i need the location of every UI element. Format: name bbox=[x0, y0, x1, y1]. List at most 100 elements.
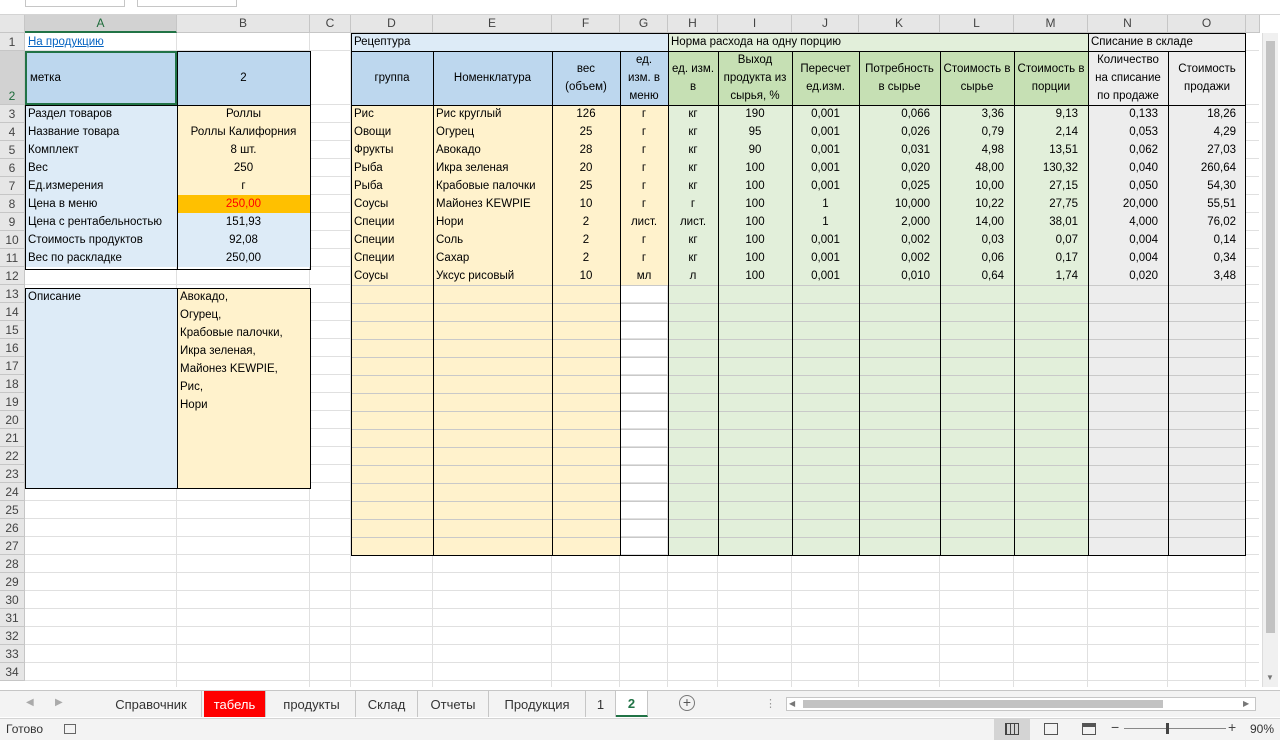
table-cell[interactable]: Крабовые палочки bbox=[433, 177, 552, 195]
table-cell[interactable]: 4,000 bbox=[1088, 213, 1168, 231]
table-cell[interactable]: 0,010 bbox=[859, 267, 940, 285]
select-all-corner[interactable] bbox=[0, 15, 25, 33]
row-header-3[interactable]: 3 bbox=[0, 105, 25, 123]
table-cell[interactable]: Рыба bbox=[351, 159, 433, 177]
table-cell[interactable]: Овощи bbox=[351, 123, 433, 141]
table-cell[interactable]: 0,64 bbox=[940, 267, 1014, 285]
field-label[interactable]: Вес bbox=[25, 159, 177, 177]
header-f[interactable]: вес (объем) bbox=[552, 51, 620, 105]
field-label[interactable]: Ед.измерения bbox=[25, 177, 177, 195]
table-cell[interactable]: 18,26 bbox=[1168, 105, 1246, 123]
table-cell[interactable]: Фрукты bbox=[351, 141, 433, 159]
table-cell[interactable]: г bbox=[620, 105, 668, 123]
table-cell[interactable]: 48,00 bbox=[940, 159, 1014, 177]
sheet-tab-4[interactable]: Склад bbox=[356, 691, 418, 717]
table-cell[interactable]: 0,026 bbox=[859, 123, 940, 141]
table-cell[interactable]: лист. bbox=[620, 213, 668, 231]
table-cell[interactable]: 20,000 bbox=[1088, 195, 1168, 213]
row-header-33[interactable]: 33 bbox=[0, 645, 25, 663]
table-cell[interactable]: кг bbox=[668, 105, 718, 123]
table-cell[interactable]: 10 bbox=[552, 195, 620, 213]
sheet-tab-6[interactable]: Продукция bbox=[489, 691, 586, 717]
table-cell[interactable]: 0,001 bbox=[792, 231, 859, 249]
sheet-tab-3[interactable]: продукты bbox=[268, 691, 356, 717]
table-cell[interactable]: Сахар bbox=[433, 249, 552, 267]
row-header-10[interactable]: 10 bbox=[0, 231, 25, 249]
mark-value[interactable]: 2 bbox=[177, 51, 310, 105]
row-header-25[interactable]: 25 bbox=[0, 501, 25, 519]
header-m[interactable]: Стоимость в порции bbox=[1014, 51, 1088, 105]
row-header-2[interactable]: 2 bbox=[0, 51, 25, 105]
table-cell[interactable]: Соль bbox=[433, 231, 552, 249]
row-header-17[interactable]: 17 bbox=[0, 357, 25, 375]
table-cell[interactable]: 27,03 bbox=[1168, 141, 1246, 159]
row-header-22[interactable]: 22 bbox=[0, 447, 25, 465]
table-cell[interactable]: 0,004 bbox=[1088, 249, 1168, 267]
table-cell[interactable]: 27,75 bbox=[1014, 195, 1088, 213]
table-cell[interactable]: 0,001 bbox=[792, 177, 859, 195]
table-cell[interactable]: 126 bbox=[552, 105, 620, 123]
table-cell[interactable]: 0,06 bbox=[940, 249, 1014, 267]
row-header-34[interactable]: 34 bbox=[0, 663, 25, 681]
table-cell[interactable]: кг bbox=[668, 159, 718, 177]
row-header-9[interactable]: 9 bbox=[0, 213, 25, 231]
table-cell[interactable]: Нори bbox=[433, 213, 552, 231]
field-label[interactable]: Цена с рентабельностью bbox=[25, 213, 177, 231]
table-cell[interactable]: 0,001 bbox=[792, 105, 859, 123]
sheet-tab-8[interactable]: 2 bbox=[616, 691, 648, 717]
column-header-n[interactable]: N bbox=[1088, 15, 1168, 33]
table-cell[interactable]: 10,22 bbox=[940, 195, 1014, 213]
table-cell[interactable]: кг bbox=[668, 177, 718, 195]
table-cell[interactable]: 0,025 bbox=[859, 177, 940, 195]
field-label[interactable]: Стоимость продуктов bbox=[25, 231, 177, 249]
table-cell[interactable]: 0,031 bbox=[859, 141, 940, 159]
norm-section-header[interactable]: Норма расхода на одну порцию bbox=[668, 33, 1088, 51]
row-header-28[interactable]: 28 bbox=[0, 555, 25, 573]
row-header-7[interactable]: 7 bbox=[0, 177, 25, 195]
column-header-h[interactable]: H bbox=[668, 15, 718, 33]
horizontal-scroll-thumb[interactable] bbox=[803, 700, 1163, 708]
field-value[interactable]: 250,00 bbox=[177, 249, 310, 267]
page-layout-icon[interactable] bbox=[1044, 723, 1058, 735]
table-cell[interactable]: 0,040 bbox=[1088, 159, 1168, 177]
row-header-19[interactable]: 19 bbox=[0, 393, 25, 411]
table-cell[interactable]: 38,01 bbox=[1014, 213, 1088, 231]
table-cell[interactable]: 28 bbox=[552, 141, 620, 159]
table-cell[interactable]: 0,07 bbox=[1014, 231, 1088, 249]
table-cell[interactable]: Рыба bbox=[351, 177, 433, 195]
table-cell[interactable]: 100 bbox=[718, 231, 792, 249]
row-header-21[interactable]: 21 bbox=[0, 429, 25, 447]
table-cell[interactable]: кг bbox=[668, 123, 718, 141]
table-cell[interactable]: 55,51 bbox=[1168, 195, 1246, 213]
sheet-tab-5[interactable]: Отчеты bbox=[418, 691, 489, 717]
normal-view-button[interactable] bbox=[994, 718, 1030, 740]
table-cell[interactable]: Икра зеленая bbox=[433, 159, 552, 177]
mark-label[interactable]: метка bbox=[25, 51, 177, 105]
column-header-l[interactable]: L bbox=[940, 15, 1014, 33]
table-cell[interactable]: 4,98 bbox=[940, 141, 1014, 159]
table-cell[interactable]: Рис круглый bbox=[433, 105, 552, 123]
row-header-29[interactable]: 29 bbox=[0, 573, 25, 591]
table-cell[interactable]: 0,001 bbox=[792, 267, 859, 285]
table-cell[interactable]: Майонез KEWPIE bbox=[433, 195, 552, 213]
table-cell[interactable]: 3,48 bbox=[1168, 267, 1246, 285]
table-cell[interactable]: Авокадо bbox=[433, 141, 552, 159]
table-cell[interactable]: 13,51 bbox=[1014, 141, 1088, 159]
header-j[interactable]: Пересчет ед.изм. bbox=[792, 51, 859, 105]
table-cell[interactable]: 27,15 bbox=[1014, 177, 1088, 195]
table-cell[interactable]: 0,020 bbox=[1088, 267, 1168, 285]
table-cell[interactable]: 0,053 bbox=[1088, 123, 1168, 141]
field-value[interactable]: 92,08 bbox=[177, 231, 310, 249]
table-cell[interactable]: Специи bbox=[351, 249, 433, 267]
column-header-o[interactable]: O bbox=[1168, 15, 1246, 33]
table-cell[interactable]: 100 bbox=[718, 195, 792, 213]
table-cell[interactable]: 25 bbox=[552, 123, 620, 141]
field-label[interactable]: Вес по раскладке bbox=[25, 249, 177, 267]
header-g[interactable]: ед. изм. в меню bbox=[620, 51, 668, 105]
column-header-k[interactable]: K bbox=[859, 15, 940, 33]
table-cell[interactable]: Соусы bbox=[351, 267, 433, 285]
header-h[interactable]: ед. изм. в bbox=[668, 51, 718, 105]
row-header-23[interactable]: 23 bbox=[0, 465, 25, 483]
row-header-27[interactable]: 27 bbox=[0, 537, 25, 555]
field-label[interactable]: Цена в меню bbox=[25, 195, 177, 213]
